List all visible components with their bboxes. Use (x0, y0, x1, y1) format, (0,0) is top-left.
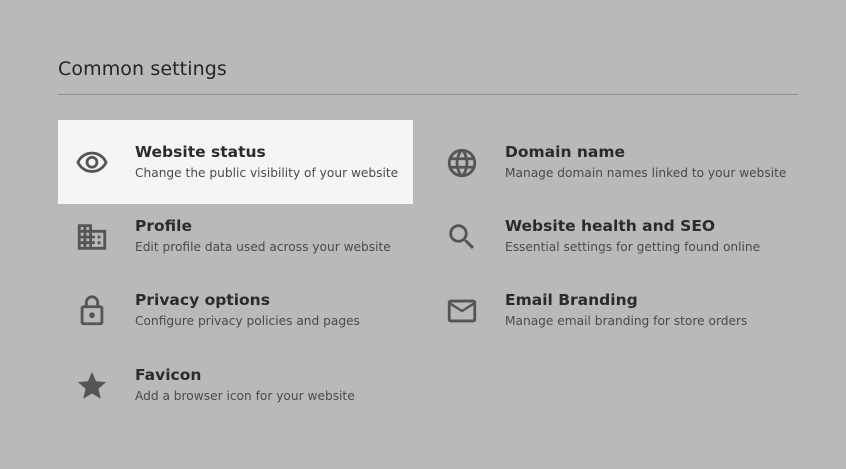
section-title: Common settings (58, 58, 227, 80)
setting-description: Configure privacy policies and pages (135, 314, 360, 328)
setting-title: Privacy options (135, 291, 270, 309)
setting-item-favicon[interactable]: Favicon Add a browser icon for your webs… (58, 343, 413, 427)
divider (58, 94, 798, 95)
setting-item-email-branding[interactable]: Email Branding Manage email branding for… (428, 268, 783, 352)
eye-icon (75, 146, 109, 180)
lock-icon (75, 294, 109, 328)
setting-title: Website health and SEO (505, 217, 716, 235)
search-icon (445, 220, 479, 254)
setting-title: Website status (135, 143, 266, 161)
setting-title: Email Branding (505, 291, 638, 309)
setting-item-website-status[interactable]: Website status Change the public visibil… (58, 120, 413, 204)
building-icon (75, 220, 109, 254)
setting-title: Domain name (505, 143, 626, 161)
setting-description: Manage domain names linked to your websi… (505, 166, 787, 180)
star-icon (75, 369, 109, 403)
setting-item-privacy-options[interactable]: Privacy options Configure privacy polici… (58, 268, 413, 352)
setting-item-domain-name[interactable]: Domain name Manage domain names linked t… (428, 120, 787, 204)
globe-icon (445, 146, 479, 180)
setting-description: Manage email branding for store orders (505, 314, 748, 328)
setting-description: Essential settings for getting found onl… (505, 240, 761, 254)
setting-title: Profile (135, 217, 192, 235)
setting-description: Add a browser icon for your website (135, 389, 355, 403)
setting-description: Change the public visibility of your web… (135, 166, 399, 180)
setting-title: Favicon (135, 366, 202, 384)
mail-icon (445, 294, 479, 328)
setting-item-profile[interactable]: Profile Edit profile data used across yo… (58, 194, 413, 278)
setting-description: Edit profile data used across your websi… (135, 240, 391, 254)
setting-item-website-health-seo[interactable]: Website health and SEO Essential setting… (428, 194, 783, 278)
